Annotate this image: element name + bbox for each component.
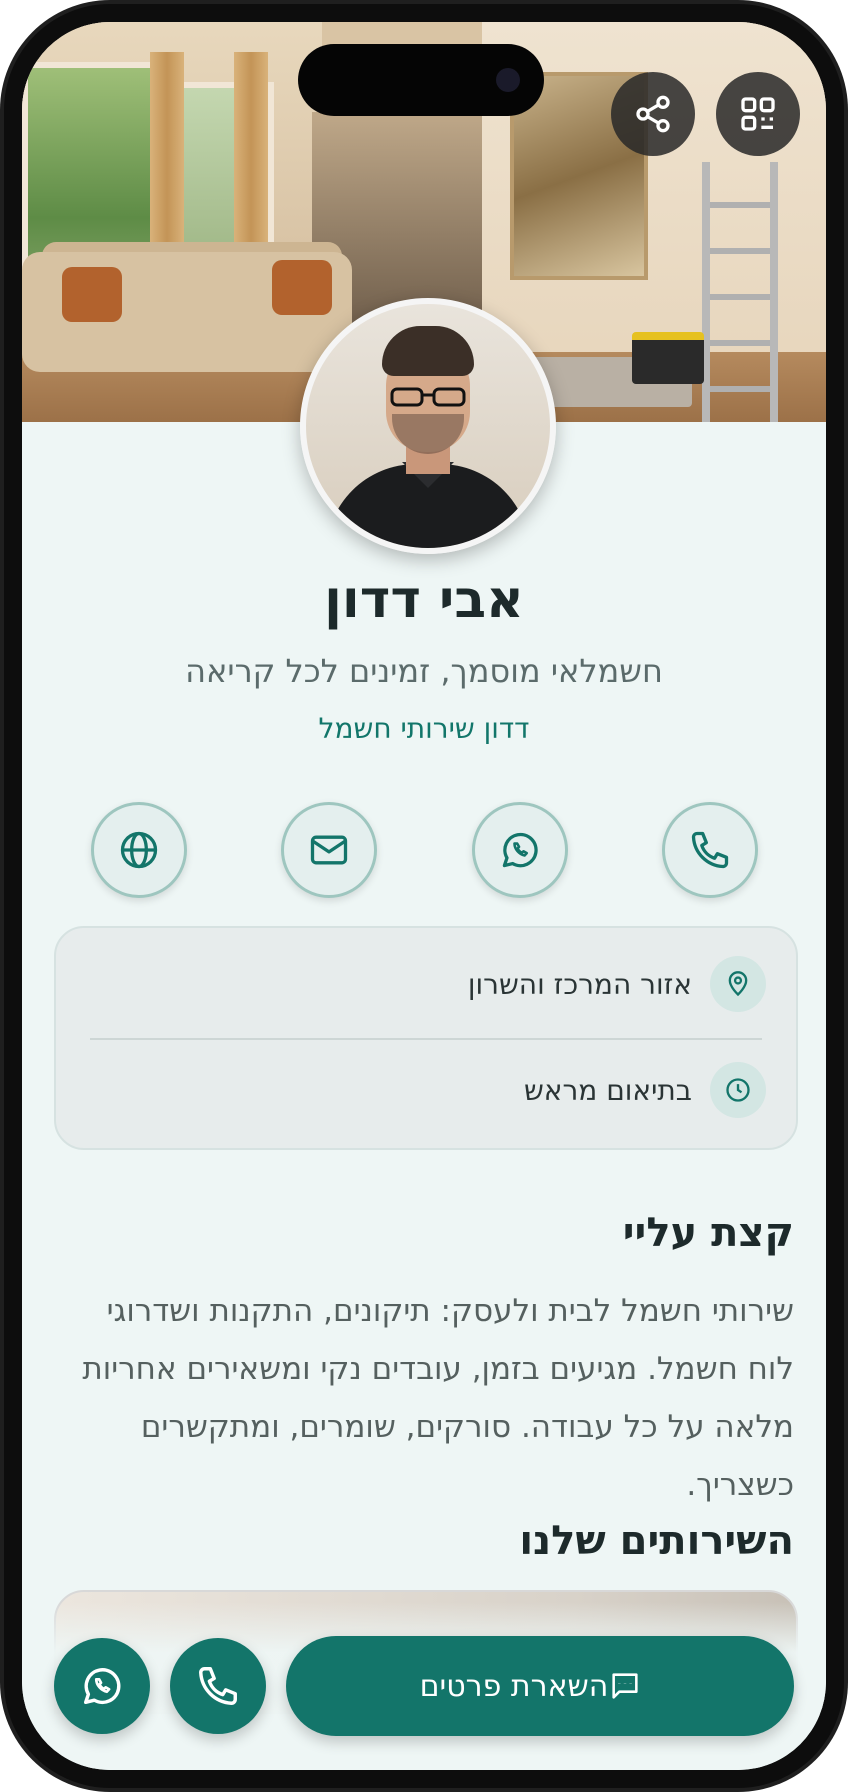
share-button[interactable]	[611, 72, 695, 156]
about-heading: קצת עליי	[622, 1210, 794, 1256]
services-heading: השירותים שלנו	[519, 1518, 794, 1564]
whatsapp-button[interactable]	[472, 802, 568, 898]
bottom-call-button[interactable]	[170, 1638, 266, 1734]
about-text: שירותי חשמל לבית ולעסק: תיקונים, התקנות …	[82, 1293, 794, 1503]
divider	[90, 1038, 762, 1040]
dynamic-island	[298, 44, 544, 116]
company-name: דדון שירותי חשמל	[318, 712, 530, 745]
whatsapp-icon	[83, 1668, 121, 1705]
qr-code-button[interactable]	[716, 72, 800, 156]
info-card: אזור המרכז והשרון בתיאום מראש	[54, 926, 798, 1150]
availability: בתיאום מראש	[523, 1073, 692, 1107]
screen: אבי דדון חשמלאי מוסמך, זמינים לכל קריאה …	[22, 22, 826, 1770]
whatsapp-icon	[502, 832, 538, 868]
qr-code-icon	[741, 97, 775, 131]
clock-icon	[726, 1078, 750, 1102]
leave-details-button[interactable]: השארת פרטים	[286, 1636, 794, 1736]
mail-icon	[310, 835, 348, 865]
phone-icon	[199, 1667, 237, 1705]
email-button[interactable]	[281, 802, 377, 898]
avatar	[300, 298, 556, 554]
share-icon	[636, 95, 670, 133]
call-button[interactable]	[662, 802, 758, 898]
leave-details-label: השארת פרטים	[419, 1668, 609, 1704]
message-icon	[612, 1673, 639, 1699]
phone-icon	[691, 831, 729, 869]
profile-name: אבי דדון	[324, 570, 524, 630]
service-area: אזור המרכז והשרון	[467, 967, 692, 1001]
profile-title: חשמלאי מוסמך, זמינים לכל קריאה	[185, 652, 663, 690]
bottom-whatsapp-button[interactable]	[54, 1638, 150, 1734]
hours-row: בתיאום מראש	[86, 1060, 766, 1120]
globe-icon	[120, 831, 158, 869]
map-pin-icon	[728, 971, 748, 997]
location-row: אזור המרכז והשרון	[86, 954, 766, 1014]
website-button[interactable]	[91, 802, 187, 898]
